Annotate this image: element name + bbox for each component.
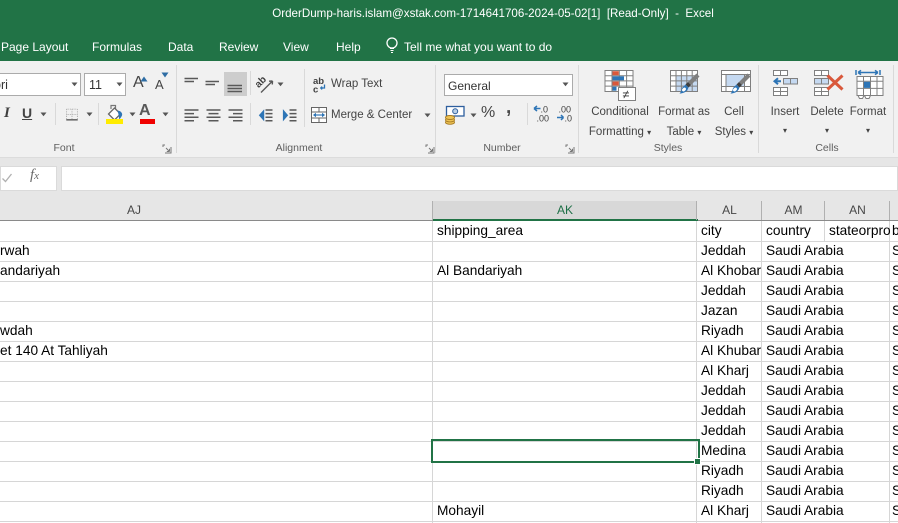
svg-text:.00: .00 bbox=[537, 114, 550, 123]
svg-text:c: c bbox=[313, 85, 318, 94]
svg-text:ab: ab bbox=[256, 74, 269, 90]
svg-text:.0: .0 bbox=[565, 114, 573, 123]
svg-text:≠: ≠ bbox=[623, 88, 630, 102]
